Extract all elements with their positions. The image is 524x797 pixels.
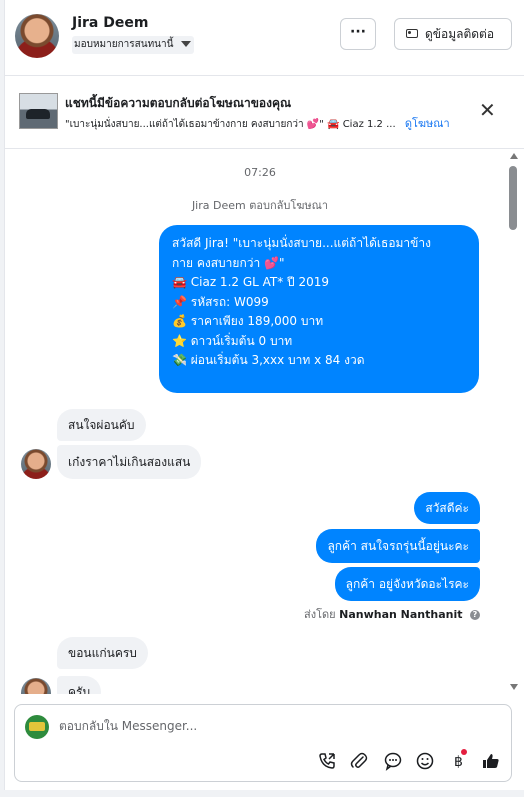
ad-message-line: 💸 ผ่อนเริ่มต้น 3,xxx บาท x 84 งวด <box>172 353 365 367</box>
message-timestamp: 07:26 <box>244 166 276 179</box>
ad-thumbnail <box>19 93 58 129</box>
outgoing-message[interactable]: ลูกค้า สนใจรถรุ่นนี้อยู่นะคะ <box>316 529 480 563</box>
ad-message-line: สวัสดี Jira! "เบาะนุ่มนั่งสบาย...แต่ถ้าไ… <box>172 236 431 250</box>
sent-by-prefix: ส่งโดย <box>304 608 336 621</box>
sent-by-name: Nanwhan Nanthanit <box>339 608 463 621</box>
ad-message-bubble[interactable]: สวัสดี Jira! "เบาะนุ่มนั่งสบาย...แต่ถ้าไ… <box>159 225 479 393</box>
incoming-message[interactable]: ขอนแก่นครบ <box>57 637 148 669</box>
ad-message-line: 📌 รหัสรถ: W099 <box>172 294 269 309</box>
conversation-header: Jira Deem มอบหมายการสนทนานี้ ··· ดูข้อมู… <box>5 0 524 76</box>
message-composer: ฿ <box>14 704 512 782</box>
page-avatar <box>25 715 49 739</box>
more-options-button[interactable]: ··· <box>340 18 376 50</box>
scrollbar-thumb[interactable] <box>509 166 517 230</box>
incoming-message[interactable]: ครับ <box>57 676 102 694</box>
outgoing-message[interactable]: สวัสดีค่ะ <box>414 492 480 524</box>
conversation-panel: Jira Deem มอบหมายการสนทนานี้ ··· ดูข้อมู… <box>4 0 524 790</box>
ad-banner-preview: "เบาะนุ่มนั่งสบาย...แต่ถ้าได้เธอมาข้างกา… <box>65 114 450 132</box>
view-contact-info-button[interactable]: ดูข้อมูลติดต่อ <box>394 18 512 50</box>
call-icon[interactable] <box>317 751 337 771</box>
assign-label: มอบหมายการสนทนานี้ <box>74 39 174 50</box>
emoji-icon[interactable] <box>415 751 435 771</box>
sender-avatar <box>21 678 51 694</box>
attachment-icon[interactable] <box>349 751 369 771</box>
contact-card-icon <box>406 29 418 38</box>
info-icon[interactable]: ? <box>470 610 480 620</box>
assign-conversation-dropdown[interactable]: มอบหมายการสนทนานี้ <box>72 36 194 54</box>
ad-message-line: ⭐ ดาวน์เริ่มต้น 0 บาท <box>172 333 293 348</box>
notification-dot <box>461 749 467 755</box>
ad-banner-title: แชทนี้มีข้อความตอบกลับต่อโฆษณาของคุณ <box>65 96 292 110</box>
view-contact-info-label: ดูข้อมูลติดต่อ <box>425 27 495 41</box>
scroll-down-icon[interactable] <box>510 684 518 690</box>
svg-text:฿: ฿ <box>454 754 463 770</box>
chevron-down-icon <box>181 41 191 47</box>
ad-message-line: 💰 ราคาเพียง 189,000 บาท <box>172 314 324 328</box>
view-ad-link[interactable]: ดูโฆษณา <box>405 117 450 130</box>
saved-reply-icon[interactable] <box>383 751 403 771</box>
message-thread: 07:26 Jira Deem ตอบกลับโฆษณา สวัสดี Jira… <box>5 149 524 694</box>
sent-by-label: ส่งโดย Nanwhan Nanthanit ? <box>304 605 480 623</box>
ad-preview-text: "เบาะนุ่มนั่งสบาย...แต่ถ้าได้เธอมาข้างกา… <box>65 119 396 130</box>
close-icon[interactable]: ✕ <box>479 100 496 120</box>
ad-reply-banner: แชทนี้มีข้อความตอบกลับต่อโฆษณาของคุณ "เบ… <box>5 76 524 149</box>
ad-message-line: กาย คงสบายกว่า 💕" <box>172 255 285 270</box>
baht-icon[interactable]: ฿ <box>449 749 469 771</box>
ad-reply-note: Jira Deem ตอบกลับโฆษณา <box>191 199 329 212</box>
ad-message-line: 🚘 Ciaz 1.2 GL AT* ปี 2019 <box>172 275 330 289</box>
more-icon: ··· <box>350 24 366 40</box>
contact-name[interactable]: Jira Deem <box>72 15 148 31</box>
incoming-message[interactable]: เก๋งราคาไม่เกินสองแสน <box>57 445 202 479</box>
outgoing-message[interactable]: ลูกค้า อยู่จังหวัดอะไรคะ <box>334 567 480 601</box>
incoming-message[interactable]: สนใจผ่อนคับ <box>57 409 146 441</box>
scroll-up-icon[interactable] <box>510 153 518 159</box>
contact-avatar[interactable] <box>15 14 59 58</box>
sender-avatar <box>21 449 51 479</box>
thread-scrollbar[interactable] <box>508 149 520 694</box>
like-icon[interactable] <box>481 751 501 771</box>
reply-input[interactable] <box>59 719 459 733</box>
